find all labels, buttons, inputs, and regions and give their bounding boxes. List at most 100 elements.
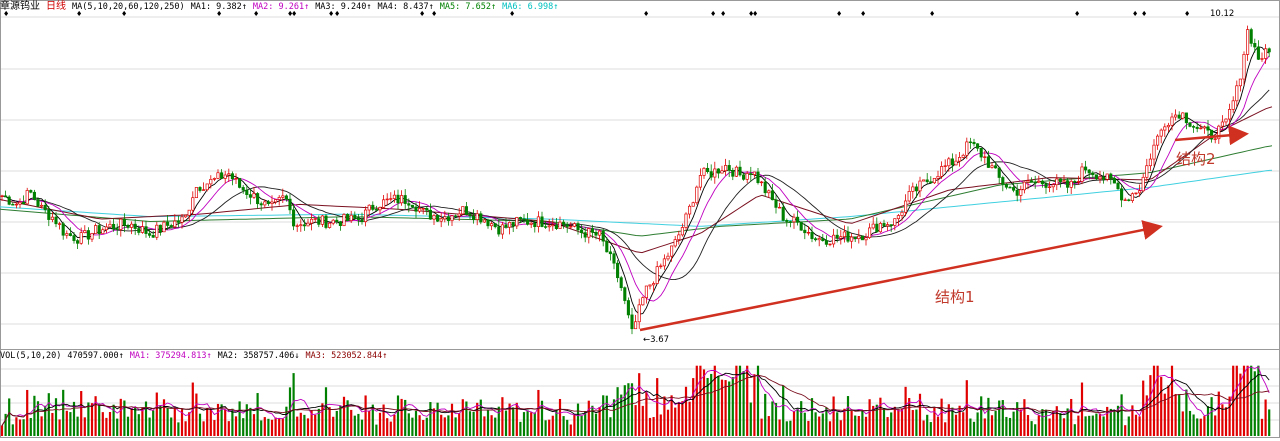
- candle-body: [32, 191, 36, 200]
- candle-body: [652, 283, 656, 286]
- candle-body: [846, 231, 850, 242]
- candle-body: [742, 174, 746, 180]
- candle-body: [1080, 166, 1084, 182]
- volume-bar: [1264, 399, 1267, 436]
- candle-body: [418, 208, 422, 212]
- candle-body: [162, 221, 166, 233]
- candle-body: [1181, 112, 1185, 119]
- chart-canvas[interactable]: ♦ ♦ ♦ ♦ ♦ ♦♦ ♦ ♦ ♦ ♦ ♦ ♦ ♦ ♦ ♦♦ ♦ ♦ ♦ ♦ ♦ ♦ ♦: [0, 0, 1280, 438]
- candle-body: [356, 218, 360, 220]
- candle-body: [914, 186, 918, 192]
- candle-body: [22, 201, 26, 205]
- candle-body: [504, 224, 508, 228]
- candle-body: [140, 226, 144, 233]
- volume-bar: [11, 424, 14, 436]
- volume-bar: [1203, 416, 1206, 436]
- volume-bar: [717, 375, 720, 436]
- candle-body: [536, 216, 540, 228]
- candle-body: [371, 204, 375, 210]
- volume-bar: [609, 417, 612, 436]
- volume-bar: [1095, 413, 1098, 436]
- candle-body: [670, 245, 674, 257]
- volume-bar: [1012, 411, 1015, 436]
- volume-bar: [1253, 371, 1256, 436]
- candle-body: [1206, 126, 1210, 131]
- volume-bar: [429, 402, 432, 436]
- volume-bar: [382, 404, 385, 436]
- candle-body: [961, 154, 965, 158]
- candle-body: [1141, 176, 1145, 192]
- candle-body: [439, 218, 443, 222]
- volume-bar: [886, 417, 889, 436]
- candle-body: [112, 223, 116, 229]
- candle-body: [1022, 181, 1026, 191]
- volume-bar: [807, 420, 810, 436]
- candle-body: [11, 203, 15, 206]
- volume-legend-item: MA1: 375294.813↑: [129, 351, 212, 361]
- candle-body: [342, 214, 346, 227]
- volume-bar: [335, 410, 338, 436]
- price-legend-item: MA4: 8.437↑: [377, 2, 434, 12]
- high-price-label: 10.12: [1210, 9, 1235, 19]
- candle-body: [148, 233, 152, 236]
- ma1-line: [1, 46, 1270, 315]
- candle-body: [176, 220, 180, 223]
- volume-bar: [152, 410, 155, 436]
- candle-body: [284, 195, 288, 200]
- volume-bar: [447, 415, 450, 436]
- candle-body: [990, 165, 994, 168]
- volume-bar: [1149, 375, 1152, 436]
- candle-body: [659, 265, 663, 268]
- volume-bar: [753, 374, 756, 436]
- volume-bar: [674, 407, 677, 436]
- volume-legend: VOL(5,10,20) 470597.000↑ MA1: 375294.813↑ M…: [0, 351, 393, 362]
- candle-body: [544, 226, 548, 228]
- candle-body: [94, 225, 98, 234]
- candle-body: [551, 224, 555, 227]
- volume-bar: [368, 410, 371, 436]
- volume-bar: [663, 396, 666, 436]
- candle-body: [857, 235, 861, 240]
- event-marker: ♦: [929, 10, 935, 18]
- candle-body: [1037, 180, 1041, 183]
- candle-body: [1166, 124, 1170, 128]
- volume-bar: [195, 393, 198, 436]
- volume-bar: [832, 396, 835, 436]
- candle-body: [1174, 114, 1178, 118]
- candle-body: [889, 224, 893, 226]
- volume-bar: [386, 418, 389, 436]
- candlestick-chart[interactable]: ♦ ♦ ♦ ♦ ♦ ♦ ♦ ♦ ♦ ♦ ♦ ♦ ♦ ♦ ♦ ♦ ♦ ♦ ♦ ♦ ♦ ♦ ♦ ♦ 章源钨业 日线 MA(5,10,2…: [0, 0, 1280, 438]
- volume-bar: [620, 394, 623, 436]
- candle-body: [1048, 186, 1052, 188]
- volume-bar: [882, 408, 886, 436]
- volume-bar: [562, 416, 565, 436]
- candle-body: [72, 235, 76, 241]
- volume-bar: [1134, 414, 1138, 436]
- volume-bar: [746, 365, 749, 436]
- candle-body: [684, 213, 688, 228]
- candle-body: [940, 166, 944, 177]
- candle-body: [666, 255, 670, 260]
- candle-body: [1066, 180, 1070, 188]
- volume-bar: [764, 393, 767, 436]
- volume-bar: [364, 395, 367, 436]
- volume-bar: [36, 401, 40, 436]
- volume-bar: [576, 403, 580, 436]
- volume-bar: [522, 412, 526, 436]
- volume-bar: [22, 419, 25, 436]
- volume-bar: [206, 408, 209, 436]
- candle-body: [850, 236, 854, 242]
- volume-bar: [303, 414, 306, 436]
- volume-bar: [274, 417, 277, 436]
- candle-body: [756, 171, 760, 184]
- volume-bar: [778, 419, 781, 436]
- candle-body: [706, 167, 710, 172]
- candle-body: [101, 229, 105, 235]
- candle-body: [641, 297, 645, 306]
- volume-bar: [555, 410, 558, 436]
- volume-bar: [605, 395, 608, 436]
- candle-body: [634, 321, 638, 330]
- candle-body: [508, 222, 512, 228]
- candle-body: [1264, 48, 1268, 59]
- volume-bar: [569, 424, 572, 436]
